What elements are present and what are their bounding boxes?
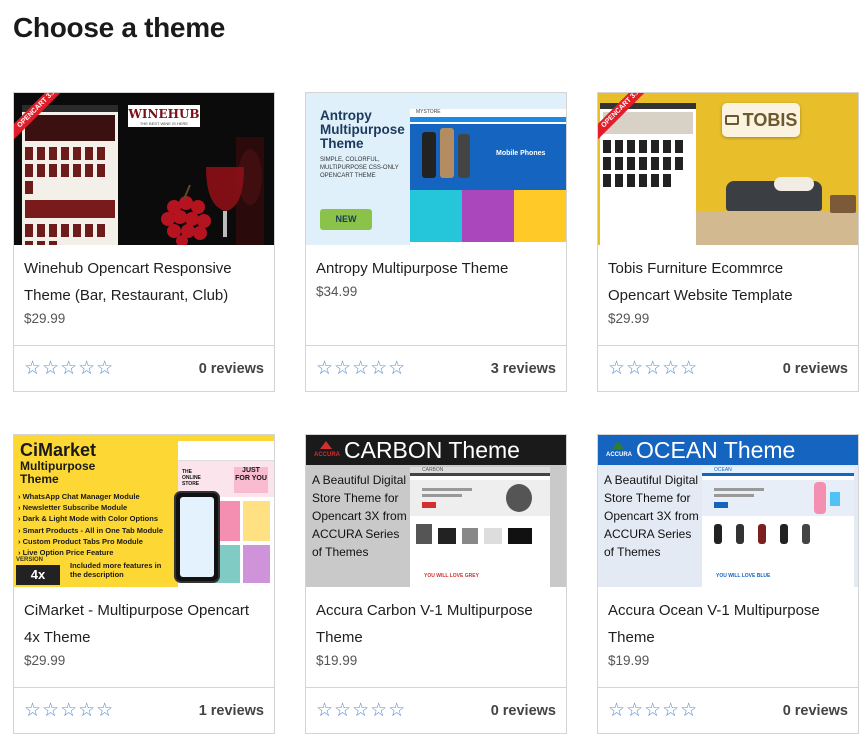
theme-info: Tobis Furniture Ecommrce Opencart Websit… — [598, 245, 858, 346]
theme-card-accura-ocean[interactable]: ACCURA OCEAN Theme A Beautiful Digital S… — [597, 434, 859, 734]
theme-price: $19.99 — [608, 653, 650, 668]
preview-site-image: MYSTORE Mobile Phones — [410, 109, 566, 245]
star-rating-icon[interactable]: ☆☆☆☆☆ — [316, 357, 406, 380]
phone-image — [174, 491, 220, 583]
reviews-link[interactable]: 0 reviews — [783, 361, 848, 377]
theme-name-link[interactable]: Tobis Furniture Ecommrce Opencart Websit… — [608, 255, 848, 309]
accura-logo-icon — [612, 441, 624, 449]
preview-site-image: CARBON YOU WILL LOVE GREY — [410, 467, 550, 587]
star-rating-icon[interactable]: ☆☆☆☆☆ — [24, 357, 114, 380]
star-rating-icon[interactable]: ☆☆☆☆☆ — [608, 699, 698, 722]
theme-header-bar: ACCURA CARBON Theme — [306, 435, 566, 465]
theme-card-tobis[interactable]: TOBIS OPENCART 3.X Tobis Furniture Ecomm… — [597, 92, 859, 392]
theme-info: Antropy Multipurpose Theme $34.99 — [306, 245, 566, 346]
theme-card-winehub[interactable]: WINEHUB THE BEST WINE IS HERE OPENCART 3… — [13, 92, 275, 392]
theme-info: Accura Carbon V-1 Multipurpose Theme $19… — [306, 587, 566, 688]
theme-thumbnail[interactable]: ACCURA CARBON Theme A Beautiful Digital … — [306, 435, 566, 587]
theme-price: $19.99 — [316, 653, 358, 668]
reviews-link[interactable]: 3 reviews — [491, 361, 556, 377]
sofa-icon — [724, 115, 739, 125]
winehub-logo: WINEHUB THE BEST WINE IS HERE — [128, 105, 200, 127]
theme-name-link[interactable]: Winehub Opencart Responsive Theme (Bar, … — [24, 255, 264, 309]
new-badge: NEW — [320, 209, 372, 230]
theme-rating-row: ☆☆☆☆☆ 0 reviews — [306, 688, 566, 733]
preview-site-image: OCEAN YOU WILL LOVE BLUE — [702, 467, 854, 587]
star-rating-icon[interactable]: ☆☆☆☆☆ — [608, 357, 698, 380]
reviews-link[interactable]: 0 reviews — [491, 703, 556, 719]
theme-thumbnail[interactable]: TOBIS OPENCART 3.X — [598, 93, 858, 245]
theme-rating-row: ☆☆☆☆☆ 0 reviews — [598, 346, 858, 391]
theme-thumbnail[interactable]: CiMarket Multipurpose Theme › WhatsApp C… — [14, 435, 274, 587]
page-title: Choose a theme — [13, 12, 226, 43]
theme-info: CiMarket - Multipurpose Opencart 4x Them… — [14, 587, 274, 688]
star-rating-icon[interactable]: ☆☆☆☆☆ — [24, 699, 114, 722]
theme-card-accura-carbon[interactable]: ACCURA CARBON Theme A Beautiful Digital … — [305, 434, 567, 734]
theme-price: $34.99 — [316, 284, 358, 299]
theme-name-link[interactable]: Antropy Multipurpose Theme — [316, 255, 556, 282]
star-rating-icon[interactable]: ☆☆☆☆☆ — [316, 699, 406, 722]
theme-header-bar: ACCURA OCEAN Theme — [598, 435, 858, 465]
feature-list: › WhatsApp Chat Manager Module › Newslet… — [18, 492, 164, 558]
reviews-link[interactable]: 1 reviews — [199, 703, 264, 719]
theme-name-link[interactable]: Accura Carbon V-1 Multipurpose Theme — [316, 597, 556, 651]
wine-image — [161, 137, 264, 245]
preview-site-image — [22, 105, 118, 245]
theme-price: $29.99 — [24, 653, 66, 668]
theme-rating-row: ☆☆☆☆☆ 1 reviews — [14, 688, 274, 733]
reviews-link[interactable]: 0 reviews — [199, 361, 264, 377]
tobis-logo: TOBIS — [722, 103, 800, 137]
theme-rating-row: ☆☆☆☆☆ 3 reviews — [306, 346, 566, 391]
theme-price: $29.99 — [24, 311, 66, 326]
theme-card-antropy[interactable]: Antropy Multipurpose Theme SIMPLE, COLOR… — [305, 92, 567, 392]
theme-rating-row: ☆☆☆☆☆ 0 reviews — [598, 688, 858, 733]
theme-name-link[interactable]: CiMarket - Multipurpose Opencart 4x Them… — [24, 597, 264, 651]
accura-logo-icon — [320, 441, 332, 449]
preview-site-image — [600, 103, 696, 245]
theme-name-link[interactable]: Accura Ocean V-1 Multipurpose Theme — [608, 597, 848, 651]
theme-thumbnail[interactable]: Antropy Multipurpose Theme SIMPLE, COLOR… — [306, 93, 566, 245]
reviews-link[interactable]: 0 reviews — [783, 703, 848, 719]
theme-info: Winehub Opencart Responsive Theme (Bar, … — [14, 245, 274, 346]
theme-info: Accura Ocean V-1 Multipurpose Theme $19.… — [598, 587, 858, 688]
theme-card-cimarket[interactable]: CiMarket Multipurpose Theme › WhatsApp C… — [13, 434, 275, 734]
theme-thumbnail[interactable]: WINEHUB THE BEST WINE IS HERE OPENCART 3… — [14, 93, 274, 245]
theme-rating-row: ☆☆☆☆☆ 0 reviews — [14, 346, 274, 391]
theme-price: $29.99 — [608, 311, 650, 326]
theme-thumbnail[interactable]: ACCURA OCEAN Theme A Beautiful Digital S… — [598, 435, 858, 587]
